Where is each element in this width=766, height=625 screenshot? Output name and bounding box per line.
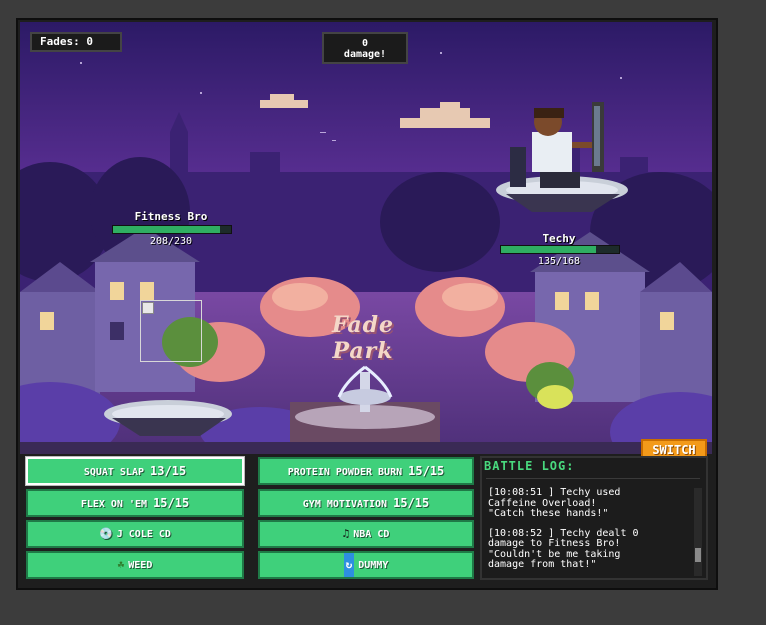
- move-pp: 15/15: [153, 496, 190, 510]
- cd-icon: 💿: [99, 527, 113, 540]
- player-hp-fill: [113, 226, 220, 233]
- broken-image-icon: [142, 302, 154, 314]
- damage-value: 0: [361, 38, 369, 49]
- enemy-hp-fill: [501, 246, 596, 253]
- move-label: SQUAT SLAP: [83, 467, 151, 478]
- item-label: WEED: [128, 560, 153, 571]
- move-button-protein-powder-burn[interactable]: PROTEIN POWDER BURN 15/15: [258, 457, 474, 485]
- item-label: NBA CD: [353, 529, 390, 540]
- player-name: Fitness Bro: [134, 210, 208, 223]
- item-label: DUMMY: [358, 560, 389, 571]
- enemy-name: Techy: [542, 232, 576, 245]
- battle-log-divider: [486, 478, 700, 479]
- location-title: Fade Park: [331, 312, 395, 364]
- log-entry: [10:08:51 ] Techy used Caffeine Overload…: [488, 487, 621, 519]
- damage-label: damage!: [343, 49, 387, 60]
- player-hp-text: 208/230: [149, 236, 193, 247]
- music-note-icon: ♫: [342, 527, 350, 540]
- leaf-icon: ☘: [117, 558, 125, 571]
- log-entry: [10:08:52 ] Techy dealt 0 damage to Fitn…: [488, 527, 639, 570]
- move-pp: 15/15: [393, 496, 430, 510]
- battle-log-title: BATTLE LOG:: [484, 459, 575, 473]
- move-pp: 13/15: [150, 464, 187, 478]
- battle-log-entries: [10:08:51 ] Techy used Caffeine Overload…: [488, 487, 688, 580]
- enemy-hp-bar: [500, 245, 620, 254]
- item-button-nba-cd[interactable]: ♫ NBA CD: [258, 520, 474, 548]
- move-button-gym-motivation[interactable]: GYM MOTIVATION 15/15: [258, 489, 474, 517]
- move-label: GYM MOTIVATION: [302, 499, 394, 510]
- enemy-hp-text: 135/168: [537, 256, 581, 267]
- scrollbar-thumb[interactable]: [695, 548, 701, 562]
- move-button-flex-on-em[interactable]: FLEX ON 'EM 15/15: [26, 489, 244, 517]
- move-button-squat-slap[interactable]: SQUAT SLAP 13/15: [26, 457, 244, 485]
- move-label: PROTEIN POWDER BURN: [287, 467, 409, 478]
- item-label: J COLE CD: [116, 529, 171, 540]
- item-button-dummy[interactable]: ↻ DUMMY: [258, 551, 474, 579]
- fades-counter: Fades: 0: [30, 32, 122, 52]
- move-pp: 15/15: [408, 464, 445, 478]
- battle-log-scrollbar[interactable]: [694, 488, 702, 576]
- item-button-weed[interactable]: ☘ WEED: [26, 551, 244, 579]
- refresh-icon: ↻: [343, 553, 355, 577]
- move-label: FLEX ON 'EM: [80, 499, 154, 510]
- player-hp-bar: [112, 225, 232, 234]
- item-button-j-cole-cd[interactable]: 💿 J COLE CD: [26, 520, 244, 548]
- damage-popup: 0 damage!: [322, 32, 408, 64]
